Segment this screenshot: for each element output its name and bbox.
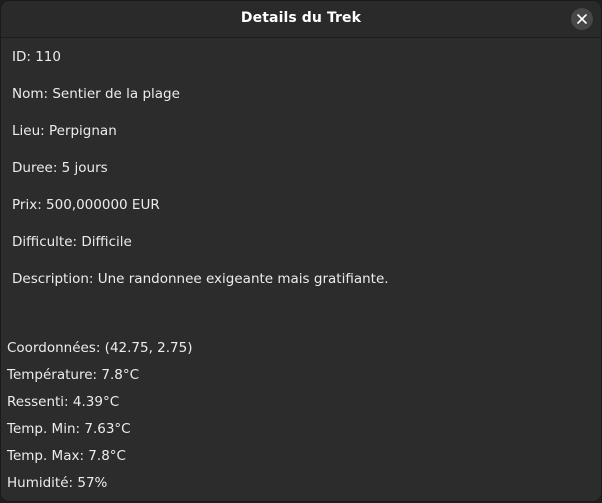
titlebar: Details du Trek bbox=[1, 1, 601, 38]
trek-name-label: Nom: Sentier de la plage bbox=[12, 86, 180, 102]
weather-humidity-label: Humidité: 57% bbox=[7, 475, 108, 491]
trek-description-label: Description: Une randonnee exigeante mai… bbox=[12, 271, 389, 287]
close-button[interactable] bbox=[571, 8, 593, 30]
dialog-content: ID: 110 Nom: Sentier de la plage Lieu: P… bbox=[1, 38, 601, 501]
trek-difficulty-label: Difficulte: Difficile bbox=[12, 234, 132, 250]
weather-coordinates-label: Coordonnées: (42.75, 2.75) bbox=[7, 340, 193, 356]
dialog-title: Details du Trek bbox=[240, 10, 362, 26]
trek-details-dialog: Details du Trek ID: 110 Nom: Sentier de … bbox=[1, 1, 601, 501]
trek-duration-label: Duree: 5 jours bbox=[12, 160, 108, 176]
weather-temp-max-label: Temp. Max: 7.8°C bbox=[7, 448, 126, 464]
close-icon bbox=[577, 14, 587, 24]
weather-temp-min-label: Temp. Min: 7.63°C bbox=[7, 421, 131, 437]
weather-feels-like-label: Ressenti: 4.39°C bbox=[7, 394, 120, 410]
trek-price-label: Prix: 500,000000 EUR bbox=[12, 197, 160, 213]
trek-location-label: Lieu: Perpignan bbox=[12, 123, 117, 139]
trek-id-label: ID: 110 bbox=[12, 49, 61, 65]
weather-temperature-label: Température: 7.8°C bbox=[7, 367, 140, 383]
